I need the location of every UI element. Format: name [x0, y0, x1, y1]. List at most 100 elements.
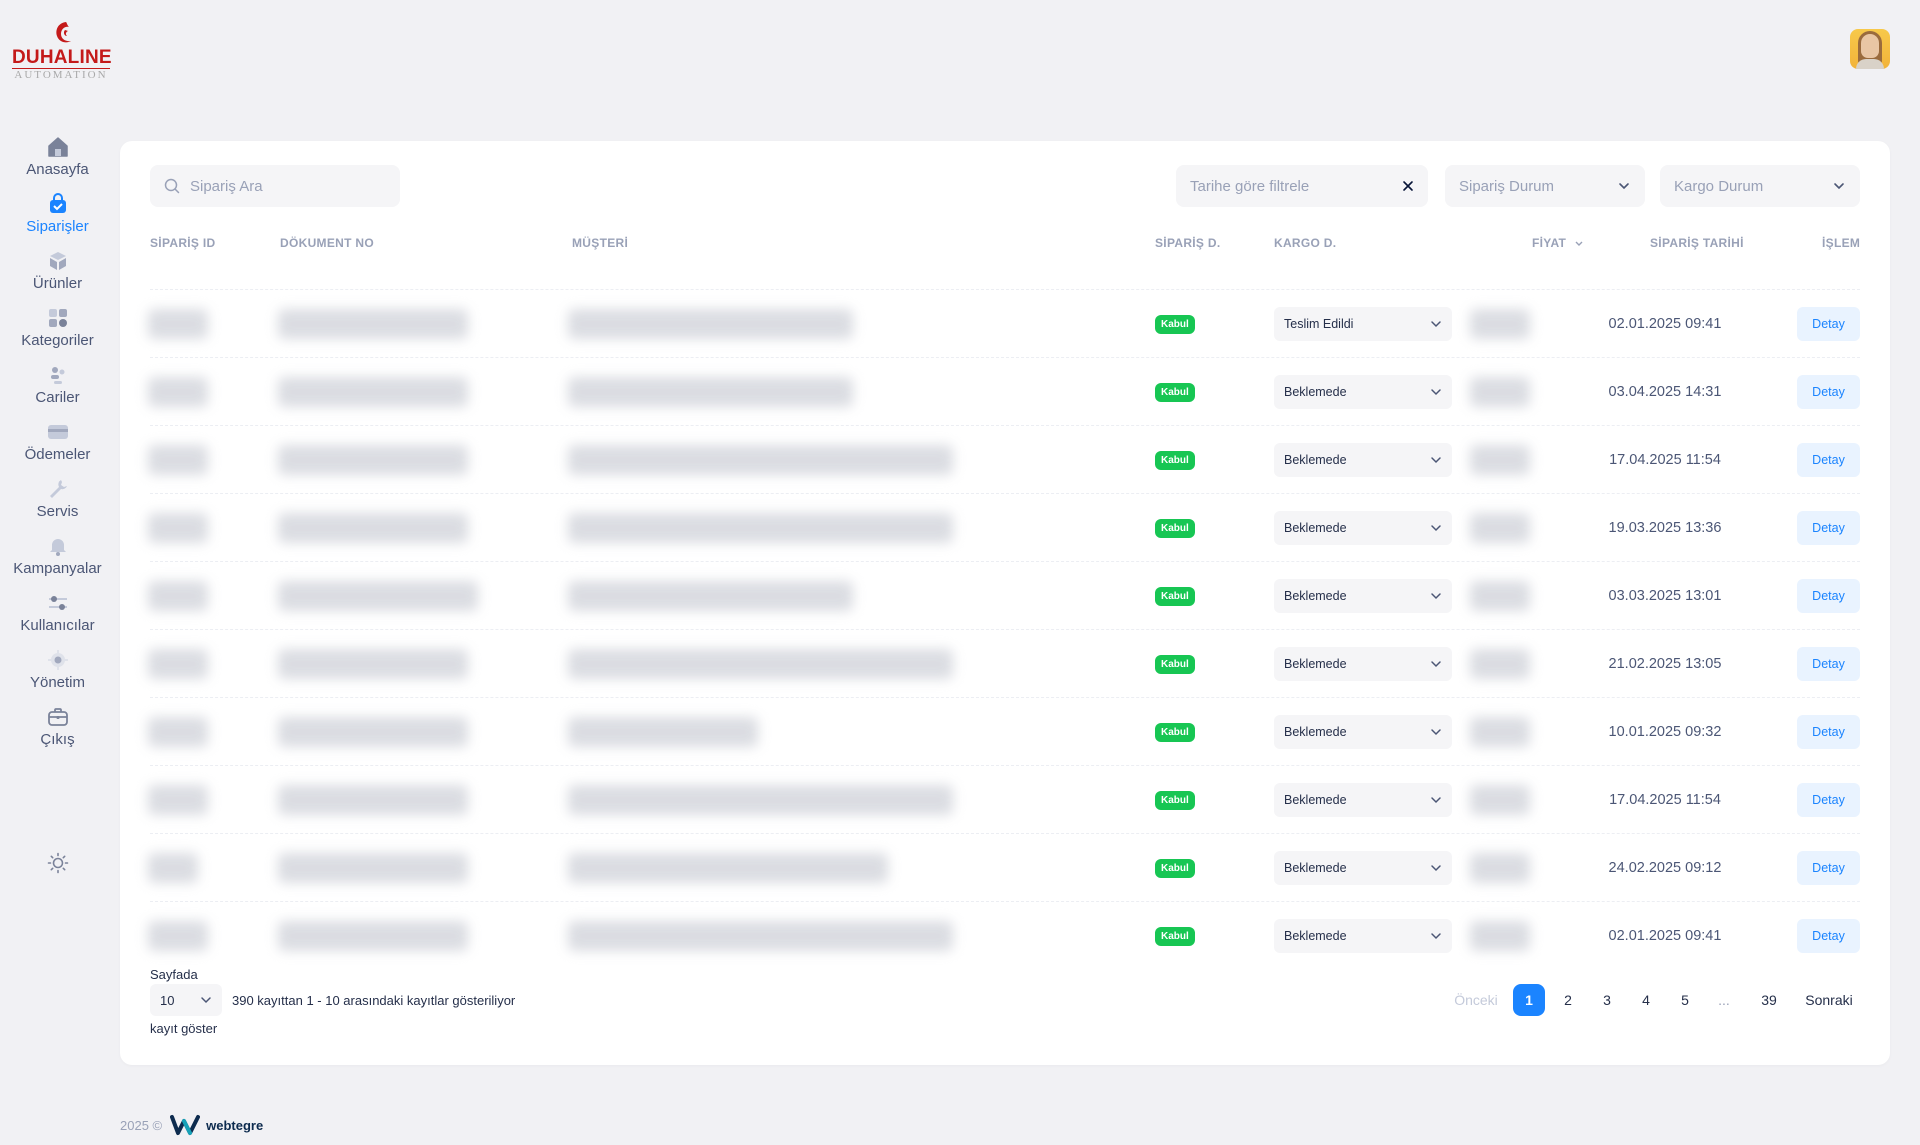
redacted-customer: [568, 717, 758, 747]
kargo-status-select[interactable]: Beklemede: [1274, 647, 1452, 681]
webtegre-logo-icon[interactable]: [170, 1114, 201, 1136]
search-icon: [164, 178, 180, 194]
kargo-status-value: Beklemede: [1284, 453, 1347, 467]
sidebar-item-cikis[interactable]: Çıkış: [0, 705, 115, 755]
redacted-price: [1470, 377, 1530, 407]
status-badge: Kabul: [1155, 858, 1195, 878]
footer-copyright: 2025 ©: [120, 1117, 163, 1133]
order-date: 03.03.2025 13:01: [1608, 588, 1722, 604]
redacted-id: [148, 649, 208, 679]
next-page-button[interactable]: Sonraki: [1796, 984, 1862, 1016]
sidebar-item-siparisler[interactable]: Siparişler: [0, 192, 115, 242]
detail-button[interactable]: Detay: [1797, 579, 1860, 613]
per-page-select[interactable]: 10: [150, 984, 222, 1016]
sidebar-item-kullanicilar[interactable]: Kullanıcılar: [0, 591, 115, 641]
detail-button[interactable]: Detay: [1797, 647, 1860, 681]
search-input[interactable]: [190, 177, 390, 195]
redacted-document-no: [278, 309, 468, 339]
sidebar-item-label: Çıkış: [40, 731, 75, 748]
page-button[interactable]: 2: [1552, 984, 1584, 1016]
kargo-status-select[interactable]: Beklemede: [1274, 919, 1452, 953]
per-page-label: Sayfada: [150, 967, 198, 982]
detail-button[interactable]: Detay: [1797, 511, 1860, 545]
chevron-down-icon: [1431, 933, 1441, 940]
kargo-status-select[interactable]: Teslim Edildi: [1274, 307, 1452, 341]
detail-button[interactable]: Detay: [1797, 919, 1860, 953]
detail-button[interactable]: Detay: [1797, 307, 1860, 341]
header-fiyat[interactable]: FİYAT: [1532, 228, 1584, 258]
redacted-document-no: [278, 513, 468, 543]
prev-page-button[interactable]: Önceki: [1448, 984, 1504, 1016]
chevron-down-icon: [1431, 729, 1441, 736]
redacted-price: [1470, 853, 1530, 883]
sidebar-item-odemeler[interactable]: Ödemeler: [0, 420, 115, 470]
redacted-id: [148, 581, 208, 611]
siparis-durum-select[interactable]: Sipariş Durum: [1445, 165, 1645, 207]
footer-brand[interactable]: webtegre: [206, 1118, 263, 1133]
kargo-status-select[interactable]: Beklemede: [1274, 375, 1452, 409]
page-ellipsis: ...: [1718, 992, 1730, 1008]
close-icon[interactable]: [1402, 180, 1414, 192]
kargo-status-value: Beklemede: [1284, 385, 1347, 399]
redacted-id: [148, 309, 208, 339]
search-box[interactable]: [150, 165, 400, 207]
sidebar-item-label: Siparişler: [26, 218, 89, 235]
redacted-id: [148, 377, 208, 407]
kargo-durum-select[interactable]: Kargo Durum: [1660, 165, 1860, 207]
sidebar-item-kategoriler[interactable]: Kategoriler: [0, 306, 115, 356]
user-avatar[interactable]: [1850, 29, 1890, 69]
table-header: SİPARİŞ ID DÖKUMENT NO MÜŞTERİ SİPARİŞ D…: [120, 228, 1890, 258]
kargo-status-select[interactable]: Beklemede: [1274, 783, 1452, 817]
chevron-down-icon: [1834, 183, 1844, 190]
kargo-status-select[interactable]: Beklemede: [1274, 511, 1452, 545]
redacted-id: [148, 921, 208, 951]
basket-icon: [49, 193, 66, 213]
detail-button[interactable]: Detay: [1797, 443, 1860, 477]
avatar-body: [1856, 59, 1884, 69]
detail-button[interactable]: Detay: [1797, 851, 1860, 885]
page-button[interactable]: 4: [1630, 984, 1662, 1016]
sidebar-item-yonetim[interactable]: Yönetim: [0, 648, 115, 698]
status-badge: Kabul: [1155, 926, 1195, 946]
people-icon: [50, 367, 64, 384]
kargo-status-select[interactable]: Beklemede: [1274, 851, 1452, 885]
sun-icon[interactable]: [46, 851, 70, 875]
status-badge: Kabul: [1155, 586, 1195, 606]
redacted-document-no: [278, 649, 468, 679]
page-button[interactable]: 3: [1591, 984, 1623, 1016]
kargo-status-value: Beklemede: [1284, 725, 1347, 739]
chevron-down-icon: [1431, 797, 1441, 804]
table-row: Kabul Beklemede 02.01.2025 09:41 Detay: [148, 901, 1860, 969]
sidebar-item-label: Anasayfa: [26, 161, 89, 178]
chevron-down-icon: [1619, 183, 1629, 190]
status-badge: Kabul: [1155, 654, 1195, 674]
detail-button[interactable]: Detay: [1797, 783, 1860, 817]
header-musteri: MÜŞTERİ: [572, 236, 629, 250]
sidebar-item-anasayfa[interactable]: Anasayfa: [0, 135, 115, 185]
page-button[interactable]: 1: [1513, 984, 1545, 1016]
company-logo[interactable]: DUHALINE AUTOMATION: [10, 20, 112, 81]
date-filter[interactable]: Tarihe göre filtrele: [1176, 165, 1428, 207]
redacted-price: [1470, 309, 1530, 339]
sidebar-item-label: Yönetim: [29, 674, 86, 691]
header-siparis-id: SİPARİŞ ID: [150, 236, 216, 250]
sidebar-item-label: Ödemeler: [24, 446, 91, 463]
detail-button[interactable]: Detay: [1797, 715, 1860, 749]
sidebar-item-urunler[interactable]: Ürünler: [0, 249, 115, 299]
detail-button[interactable]: Detay: [1797, 375, 1860, 409]
kargo-status-select[interactable]: Beklemede: [1274, 443, 1452, 477]
sort-icon: [1575, 241, 1583, 246]
chevron-down-icon: [1431, 389, 1441, 396]
page-button[interactable]: 39: [1749, 984, 1789, 1016]
table-row: Kabul Beklemede 10.01.2025 09:32 Detay: [148, 697, 1860, 765]
redacted-customer: [568, 921, 953, 951]
page-button[interactable]: 5: [1669, 984, 1701, 1016]
sidebar-item-servis[interactable]: Servis: [0, 477, 115, 527]
sidebar-item-kampanyalar[interactable]: Kampanyalar: [0, 534, 115, 584]
kargo-status-select[interactable]: Beklemede: [1274, 715, 1452, 749]
kargo-status-select[interactable]: Beklemede: [1274, 579, 1452, 613]
table-row: Kabul Beklemede 21.02.2025 13:05 Detay: [148, 629, 1860, 697]
sidebar-item-cariler[interactable]: Cariler: [0, 363, 115, 413]
redacted-document-no: [278, 717, 468, 747]
table-row: Kabul Beklemede 03.04.2025 14:31 Detay: [148, 357, 1860, 425]
